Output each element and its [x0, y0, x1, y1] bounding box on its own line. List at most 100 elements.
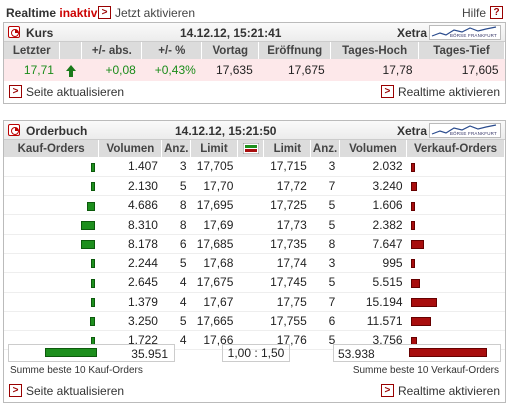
orderbook-row: 1.379 4 17,67 17,75 7 15.194: [4, 292, 505, 312]
arrow-right-icon: >: [380, 85, 394, 99]
spread-cell: [237, 234, 264, 254]
ask-volume-bar: [410, 162, 415, 172]
bid-count: 3: [161, 157, 191, 177]
spread-cell: [237, 311, 264, 332]
ask-volume: 15.194: [339, 292, 407, 312]
orderbook-panel-header: Orderbuch 14.12.12, 15:21:50 Xetra BÖRSE…: [4, 121, 505, 140]
ask-volume-bar: [410, 259, 415, 269]
col-change-abs: +/- abs.: [81, 42, 143, 59]
realtime-inactive-label: inaktiv: [59, 6, 98, 20]
bid-volume-bar: [89, 317, 95, 327]
change-abs: +0,08: [81, 59, 142, 81]
bid-count: 5: [161, 176, 191, 197]
ask-count: 7: [310, 176, 340, 197]
ask-limit: 17,755: [263, 311, 311, 332]
day-high: 17,78: [330, 59, 419, 81]
ask-volume-bar: [410, 182, 417, 192]
bid-volume: 4.686: [98, 195, 162, 216]
col-ask-limit: Limit: [263, 140, 312, 157]
boerse-frankfurt-logo: BÖRSE FRANKFURT: [429, 25, 501, 40]
ask-bar-cell: [406, 195, 505, 216]
bid-volume-bar: [90, 298, 95, 308]
kurs-refresh-link[interactable]: > Seite aktualisieren: [9, 84, 124, 99]
activate-now-link[interactable]: > Jetzt aktivieren: [98, 5, 195, 20]
ask-count: 5: [310, 272, 340, 293]
ask-sum-value: 53.938: [338, 347, 375, 361]
ask-volume: 995: [339, 253, 407, 274]
orderbook-sum-row: 35.951 1,00 : 1,50 53.938: [4, 342, 505, 364]
bid-volume-bar: [80, 220, 95, 230]
bid-volume-bar: [90, 259, 95, 269]
bid-bar-cell: [4, 292, 99, 312]
arrow-right-icon: >: [9, 384, 22, 398]
kurs-realtime-label: Realtime aktivieren: [397, 84, 500, 99]
arrow-right-icon: >: [380, 384, 394, 398]
help-link[interactable]: Hilfe?: [462, 5, 503, 20]
ask-bar-cell: [406, 176, 505, 197]
orderbook-realtime-link[interactable]: > Realtime aktivieren: [380, 383, 500, 398]
ask-volume: 7.647: [339, 234, 407, 254]
spread-cell: [237, 176, 264, 197]
bid-sum-box: 35.951: [8, 344, 175, 362]
ask-volume: 3.240: [339, 176, 407, 197]
ask-limit: 17,75: [263, 292, 311, 312]
kurs-exchange: Xetra: [396, 26, 427, 40]
orderbook-row: 1.407 3 17,705 17,715 3 2.032: [4, 157, 505, 177]
ask-count: 5: [310, 195, 340, 216]
kurs-realtime-link[interactable]: > Realtime aktivieren: [380, 84, 500, 99]
ask-volume-bar: [410, 201, 415, 211]
kurs-footer: > Seite aktualisieren > Realtime aktiviere…: [4, 82, 505, 100]
ask-bar-cell: [406, 311, 505, 332]
bid-limit: 17,67: [190, 292, 238, 312]
orderbook-exchange: Xetra: [396, 124, 427, 138]
bid-bar-cell: [4, 311, 99, 332]
boerse-frankfurt-logo: BÖRSE FRANKFURT: [429, 123, 501, 138]
bid-limit: 17,675: [190, 272, 238, 293]
kurs-header-row: Letzter +/- abs. +/- % Vortag Eröffnung …: [4, 42, 505, 59]
col-ask-volume: Volumen: [339, 140, 408, 157]
bid-volume: 1.407: [98, 157, 162, 177]
col-bid-volume: Volumen: [98, 140, 163, 157]
orderbook-body: 1.407 3 17,705 17,715 3 2.032 2.130 5 17,70 17,72…: [4, 157, 505, 351]
ask-limit: 17,73: [263, 214, 311, 235]
col-change-pct: +/- %: [141, 42, 203, 59]
bid-volume-bar: [90, 278, 95, 288]
bid-volume-bar: [90, 182, 95, 192]
ask-count: 3: [310, 253, 340, 274]
col-eroeffnung: Eröffnung: [258, 42, 332, 59]
orderbook-row: 2.244 5 17,68 17,74 3 995: [4, 253, 505, 274]
bid-volume: 3.250: [98, 311, 162, 332]
bid-bar-cell: [4, 253, 99, 274]
orderbook-row: 8.310 8 17,69 17,73 5 2.382: [4, 214, 505, 235]
ask-volume: 1.606: [339, 195, 407, 216]
question-mark-icon: ?: [490, 6, 503, 20]
change-pct: +0,43%: [141, 59, 202, 81]
col-bid-limit: Limit: [190, 140, 238, 157]
day-low: 17,605: [418, 59, 505, 81]
trend-cell: [59, 59, 82, 81]
ask-volume-bar: [410, 317, 431, 327]
kurs-panel: Kurs 14.12.12, 15:21:41 Xetra BÖRSE FRAN…: [3, 22, 506, 104]
col-trend: [59, 42, 83, 59]
spread-cell: [237, 195, 264, 216]
ask-volume-bar: [410, 220, 415, 230]
kurs-timestamp: 14.12.12, 15:21:41: [180, 26, 282, 40]
bid-volume: 8.310: [98, 214, 162, 235]
orderbook-footer: > Seite aktualisieren > Realtime aktiviere…: [4, 381, 505, 399]
orderbook-panel: Orderbuch 14.12.12, 15:21:50 Xetra BÖRSE…: [3, 120, 506, 403]
last-price: 17,71: [4, 59, 60, 81]
orderbook-refresh-label: Seite aktualisieren: [26, 383, 125, 398]
kurs-refresh-label: Seite aktualisieren: [26, 84, 125, 99]
ask-volume-bar: [410, 240, 424, 250]
bid-sum-label: Summe beste 10 Kauf-Orders: [10, 365, 143, 376]
ask-bar-cell: [406, 292, 505, 312]
col-tages-hoch: Tages-Hoch: [330, 42, 420, 59]
chart-pie-icon: [8, 124, 20, 136]
prev-close: 17,635: [201, 59, 259, 81]
orderbook-refresh-link[interactable]: > Seite aktualisieren: [9, 383, 124, 398]
col-spread: [237, 140, 265, 157]
bid-volume: 2.244: [98, 253, 162, 274]
ask-volume: 2.032: [339, 157, 407, 177]
orderbook-table: Kauf-Orders Volumen Anz. Limit Limit Anz…: [4, 140, 505, 351]
logo-text: BÖRSE FRANKFURT: [449, 131, 497, 136]
